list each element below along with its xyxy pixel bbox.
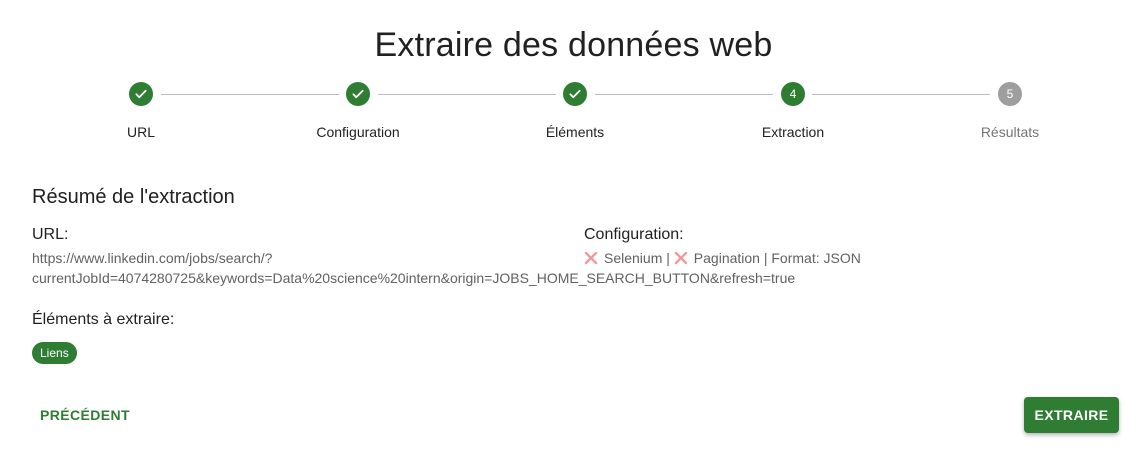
step-elements[interactable]: Éléments xyxy=(500,82,650,140)
step-completed-marker xyxy=(129,82,153,106)
separator: | xyxy=(662,250,674,266)
step-completed-marker xyxy=(563,82,587,106)
stepper: URL Configuration Éléments 4 Extraction … xyxy=(32,82,1117,142)
close-icon xyxy=(584,251,598,265)
step-number: 4 xyxy=(781,82,805,106)
step-label: Configuration xyxy=(316,124,400,140)
selenium-label: Selenium xyxy=(604,250,663,266)
url-line: currentJobId=4074280725&keywords=Data%20… xyxy=(32,270,796,286)
step-number: 5 xyxy=(998,82,1022,106)
step-label: Résultats xyxy=(980,124,1040,140)
url-label: URL: xyxy=(32,226,69,243)
step-extraction[interactable]: 4 Extraction xyxy=(718,82,868,140)
check-icon xyxy=(135,89,147,99)
format-text: | Format: JSON xyxy=(759,250,861,266)
step-label: URL xyxy=(126,124,155,140)
step-results[interactable]: 5 Résultats xyxy=(935,82,1085,140)
step-url[interactable]: URL xyxy=(66,82,216,140)
step-label: Extraction xyxy=(761,124,825,140)
step-label: Éléments xyxy=(545,124,605,140)
step-completed-marker xyxy=(346,82,370,106)
check-icon xyxy=(352,89,364,99)
extract-button[interactable]: EXTRAIRE xyxy=(1024,397,1119,433)
previous-button[interactable]: PRÉCÉDENT xyxy=(32,400,138,430)
elements-label: Éléments à extraire: xyxy=(32,311,175,328)
configuration-label: Configuration: xyxy=(584,226,684,243)
check-icon xyxy=(569,89,581,99)
element-chip-liens[interactable]: Liens xyxy=(32,342,77,364)
close-icon xyxy=(674,251,687,265)
pagination-label: Pagination xyxy=(693,250,760,266)
configuration-value: Selenium | Pagination | Format: JSON xyxy=(584,248,861,268)
step-configuration[interactable]: Configuration xyxy=(283,82,433,140)
page-title: Extraire des données web xyxy=(374,26,773,64)
summary-title: Résumé de l'extraction xyxy=(32,186,235,208)
